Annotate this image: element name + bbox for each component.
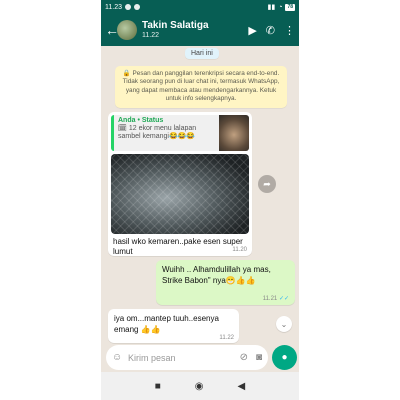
contact-name: Takin Salatiga — [142, 20, 209, 32]
chat-area[interactable]: Hari ini 🔒 Pesan dan panggilan terenkrip… — [101, 46, 299, 372]
read-ticks-icon: ✓✓ — [278, 296, 289, 302]
scroll-down-icon[interactable]: ⌄ — [276, 316, 292, 332]
system-nav-bar: ■ ◉ ◀ — [101, 372, 299, 400]
camera-icon[interactable]: ◙ — [256, 352, 262, 363]
message-input[interactable] — [126, 351, 240, 364]
mic-icon[interactable]: ● — [272, 345, 297, 370]
message-text: Wuihh .. Alhamdulillah ya mas, Strike Ba… — [162, 265, 271, 285]
fish-net-photo[interactable] — [111, 154, 249, 234]
battery-icon: 78 — [285, 3, 295, 11]
chat-header: ← Takin Salatiga 11.22 ▶ ✆ ⋮ — [101, 14, 299, 46]
attach-icon[interactable]: ⊘ — [240, 352, 248, 363]
message-text: iya om...mantep tuuh..esenya emang 👍👍 — [114, 314, 219, 334]
date-chip: Hari ini — [185, 48, 219, 59]
video-call-icon[interactable]: ▶ — [248, 24, 256, 37]
message-time: 11.22 — [219, 335, 234, 341]
message-time: 11.20 — [232, 247, 247, 253]
quote-author: Anda • Status — [118, 117, 164, 124]
contact-info[interactable]: Takin Salatiga 11.22 — [142, 20, 248, 40]
status-reply-quote[interactable]: Anda • Status 🗓 12 ekor menu lalapan sam… — [111, 115, 249, 151]
input-bar: ☺ ⊘ ◙ ● — [101, 345, 299, 372]
status-bar: 11.23 ▮▮ ◔ 78 — [101, 0, 299, 14]
forward-icon[interactable]: ➦ — [258, 175, 276, 193]
phone-screen: 11.23 ▮▮ ◔ 78 ← Takin Salatiga 11.22 ▶ ✆… — [101, 0, 299, 400]
arrow-left-icon[interactable]: ← — [105, 22, 119, 38]
phone-icon[interactable]: ✆ — [266, 24, 275, 37]
outgoing-message[interactable]: Wuihh .. Alhamdulillah ya mas, Strike Ba… — [156, 260, 295, 305]
avatar[interactable] — [117, 20, 137, 40]
emoji-icon[interactable]: ☺ — [112, 352, 126, 363]
more-vert-icon[interactable]: ⋮ — [284, 24, 295, 37]
status-time: 11.23 — [105, 3, 122, 11]
message-caption: hasil wko kemaren..pake esen super lumut — [113, 237, 243, 256]
last-seen: 11.22 — [142, 31, 159, 39]
notification-icon — [125, 4, 131, 10]
incoming-message[interactable]: iya om...mantep tuuh..esenya emang 👍👍 11… — [108, 309, 239, 343]
quote-text: 🗓 12 ekor menu lalapan sambel kemangi😂😂😂 — [118, 125, 197, 140]
signal-icon: ▮▮ — [267, 4, 276, 11]
quote-thumbnail — [219, 115, 249, 151]
notification-icon — [134, 4, 140, 10]
message-input-box: ☺ ⊘ ◙ — [106, 345, 268, 370]
back-nav-icon[interactable]: ◀ — [238, 381, 246, 392]
encryption-notice[interactable]: 🔒 Pesan dan panggilan terenkripsi secara… — [115, 66, 287, 108]
wifi-icon: ◔ — [278, 3, 283, 11]
message-time: 11.21 — [262, 296, 278, 302]
incoming-message[interactable]: Anda • Status 🗓 12 ekor menu lalapan sam… — [108, 112, 252, 256]
recents-icon[interactable]: ■ — [155, 381, 161, 392]
home-icon[interactable]: ◉ — [195, 381, 204, 392]
